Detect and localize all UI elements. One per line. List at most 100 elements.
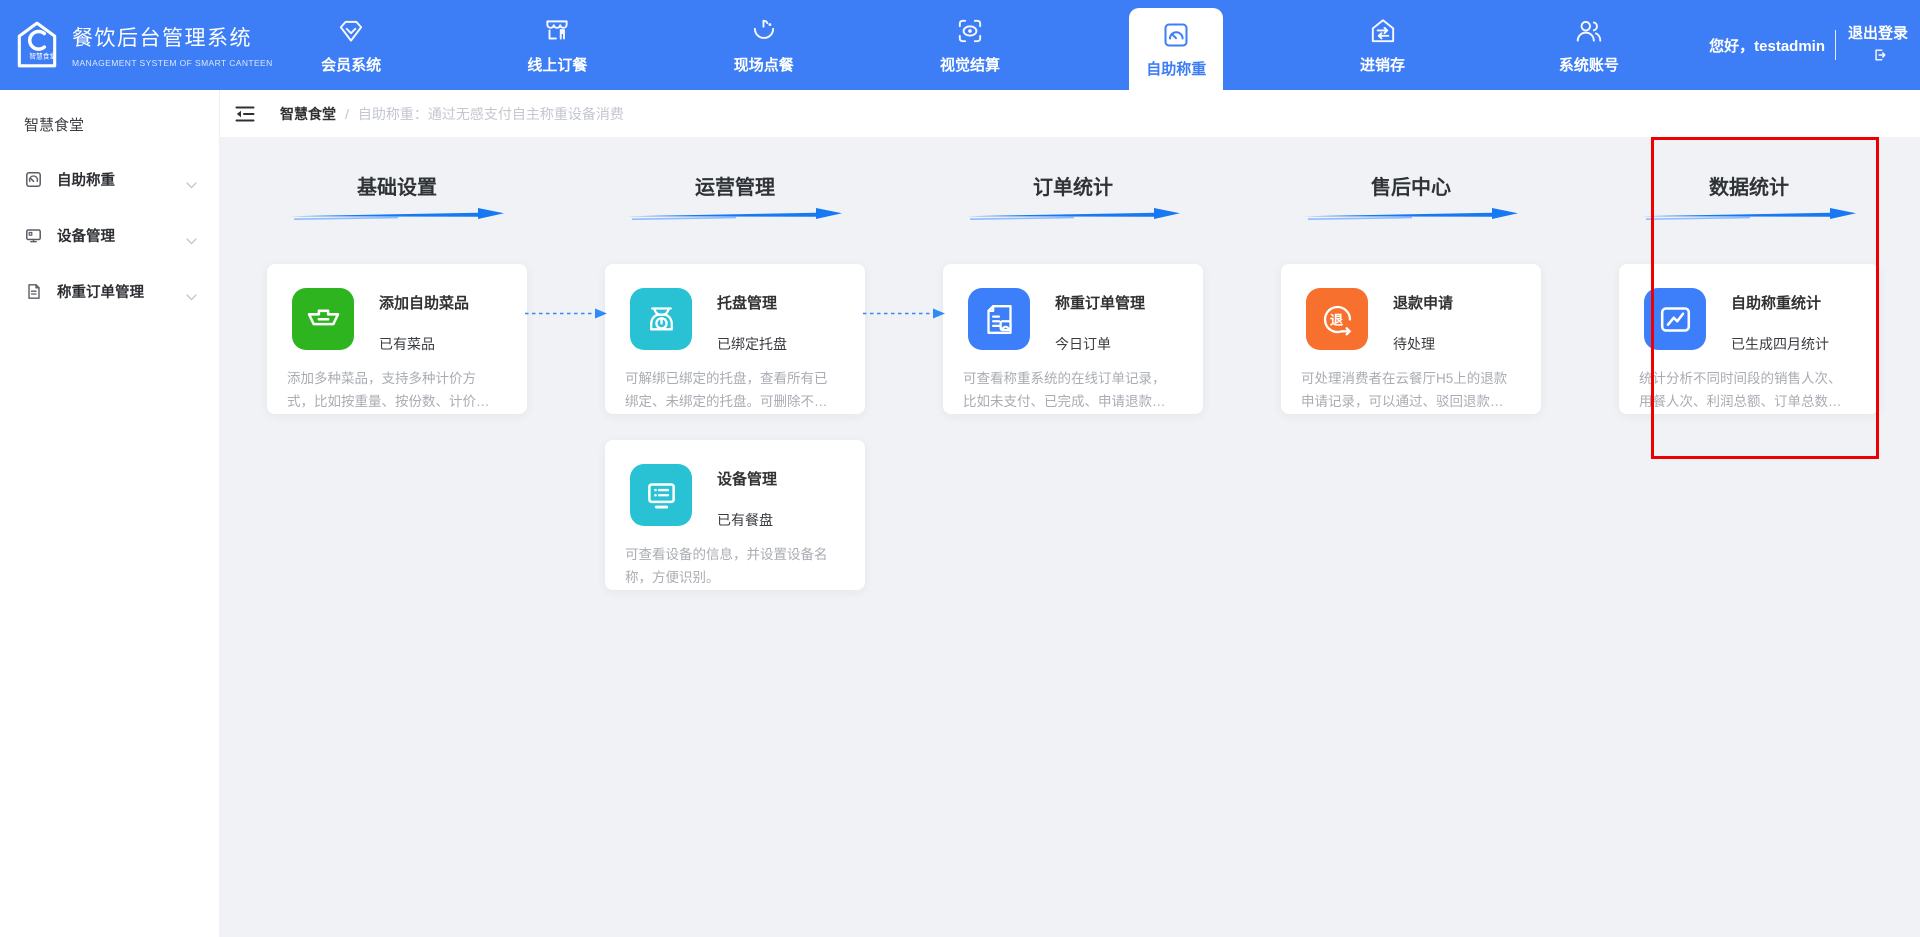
card-device-management[interactable]: 设备管理 已有餐盘 可查看设备的信息，并设置设备名称，方便识别。 bbox=[605, 440, 865, 590]
card-description: 可处理消费者在云餐厅H5上的退款申请记录，可以通过、驳回退款… bbox=[1301, 367, 1513, 413]
card-description: 可查看设备的信息，并设置设备名称，方便识别。 bbox=[625, 543, 837, 589]
column-header-basic-settings: 基础设置 bbox=[267, 175, 527, 226]
order-mini-icon bbox=[25, 283, 42, 300]
nav-item-visual-checkout[interactable]: 视觉结算 bbox=[867, 0, 1073, 90]
card-weighing-statistics[interactable]: 自助称重统计 已生成四月统计 统计分析不同时间段的销售人次、用餐人次、利润总额、… bbox=[1619, 264, 1879, 414]
gem-icon bbox=[336, 16, 366, 46]
top-nav: 会员系统 线上订餐 bbox=[248, 0, 1692, 90]
app-logo-icon: 智慧食堂 bbox=[12, 19, 62, 71]
nav-label: 系统账号 bbox=[1559, 54, 1619, 75]
user-divider bbox=[1835, 30, 1836, 60]
storefront-icon bbox=[542, 16, 572, 46]
menu-fold-icon[interactable] bbox=[234, 103, 256, 125]
nav-label: 现场点餐 bbox=[734, 54, 794, 75]
logout-label: 退出登录 bbox=[1848, 25, 1908, 42]
weighing-scale-icon bbox=[1161, 20, 1191, 50]
column-arrow-icon bbox=[626, 206, 844, 221]
card-description: 可解绑已绑定的托盘，查看所有已绑定、未绑定的托盘。可删除不… bbox=[625, 367, 837, 413]
card-tray-management[interactable]: 托盘管理 已绑定托盘 可解绑已绑定的托盘，查看所有已绑定、未绑定的托盘。可删除不… bbox=[605, 264, 865, 414]
breadcrumb: 智慧食堂 / 自助称重：通过无感支付自主称重设备消费 bbox=[280, 104, 624, 124]
sidebar-item-self-weighing[interactable]: 自助称重 bbox=[0, 151, 219, 207]
sidebar-item-label: 设备管理 bbox=[57, 225, 186, 246]
nav-item-inventory[interactable]: 进销存 bbox=[1279, 0, 1485, 90]
nav-label: 进销存 bbox=[1360, 54, 1405, 75]
dish-icon bbox=[292, 288, 354, 350]
nav-item-member-system[interactable]: 会员系统 bbox=[248, 0, 454, 90]
nav-label: 视觉结算 bbox=[940, 54, 1000, 75]
flow-arrow bbox=[861, 307, 947, 320]
sidebar-item-label: 称重订单管理 bbox=[57, 281, 186, 302]
column-arrow-icon bbox=[288, 206, 506, 221]
user-area: 您好，testadmin 退出登录 bbox=[1709, 0, 1910, 90]
logout-button[interactable]: 退出登录 bbox=[1846, 23, 1910, 68]
column-title: 售后中心 bbox=[1281, 175, 1541, 201]
flow-arrow bbox=[523, 307, 609, 320]
card-description: 可查看称重系统的在线订单记录，比如未支付、已完成、申请退款… bbox=[963, 367, 1175, 413]
tray-scale-icon bbox=[630, 288, 692, 350]
nav-label: 自助称重 bbox=[1146, 58, 1206, 79]
sidebar-item-weighing-order-management[interactable]: 称重订单管理 bbox=[0, 263, 219, 319]
nav-label: 线上订餐 bbox=[527, 54, 587, 75]
chevron-down-icon bbox=[186, 232, 197, 239]
column-arrow-icon bbox=[1302, 206, 1520, 221]
card-subtitle: 已生成四月统计 bbox=[1731, 334, 1829, 354]
card-subtitle: 待处理 bbox=[1393, 334, 1453, 354]
dine-plate-icon bbox=[749, 16, 779, 46]
column-arrow-icon bbox=[1640, 206, 1858, 221]
column-title: 运营管理 bbox=[605, 175, 865, 201]
weigh-order-icon bbox=[968, 288, 1030, 350]
card-title: 添加自助菜品 bbox=[379, 292, 469, 313]
breadcrumb-root[interactable]: 智慧食堂 bbox=[280, 104, 336, 124]
device-mini-icon bbox=[25, 227, 42, 244]
brand: 智慧食堂 餐饮后台管理系统 MANAGEMENT SYSTEM OF SMART… bbox=[12, 0, 273, 90]
card-title: 自助称重统计 bbox=[1731, 292, 1829, 313]
card-refund-request[interactable]: 退 退款申请 待处理 可处理消费者在云餐厅H5上的退款申请记录，可以通过、驳回退… bbox=[1281, 264, 1541, 414]
column-header-after-sales: 售后中心 bbox=[1281, 175, 1541, 226]
card-subtitle: 今日订单 bbox=[1055, 334, 1145, 354]
app-header: 智慧食堂 餐饮后台管理系统 MANAGEMENT SYSTEM OF SMART… bbox=[0, 0, 1920, 90]
breadcrumb-bar: 智慧食堂 / 自助称重：通过无感支付自主称重设备消费 bbox=[220, 90, 1920, 137]
chevron-down-icon bbox=[186, 288, 197, 295]
nav-item-online-ordering[interactable]: 线上订餐 bbox=[454, 0, 660, 90]
vision-scan-icon bbox=[955, 16, 985, 46]
column-title: 基础设置 bbox=[267, 175, 527, 201]
card-add-dishes[interactable]: 添加自助菜品 已有菜品 添加多种菜品，支持多种计价方式，比如按重量、按份数、计价… bbox=[267, 264, 527, 414]
brand-titles: 餐饮后台管理系统 MANAGEMENT SYSTEM OF SMART CANT… bbox=[72, 22, 273, 68]
sidebar: 智慧食堂 自助称重 设备管理 bbox=[0, 90, 220, 937]
column-header-order-statistics: 订单统计 bbox=[943, 175, 1203, 226]
app-title: 餐饮后台管理系统 bbox=[72, 22, 273, 52]
breadcrumb-separator: / bbox=[345, 106, 349, 122]
main-layout: 智慧食堂 自助称重 设备管理 bbox=[0, 90, 1920, 937]
nav-item-system-account[interactable]: 系统账号 bbox=[1486, 0, 1692, 90]
user-greeting: 您好，testadmin bbox=[1709, 35, 1825, 56]
column-arrow-icon bbox=[964, 206, 1182, 221]
refund-icon: 退 bbox=[1306, 288, 1368, 350]
column-title: 订单统计 bbox=[943, 175, 1203, 201]
nav-item-self-weighing[interactable]: 自助称重 bbox=[1073, 0, 1279, 90]
sidebar-title: 智慧食堂 bbox=[0, 90, 219, 151]
right-panel: 智慧食堂 / 自助称重：通过无感支付自主称重设备消费 基础设置 运营管理 bbox=[220, 90, 1920, 937]
scale-mini-icon bbox=[25, 171, 42, 188]
logout-icon bbox=[1873, 47, 1887, 61]
card-description: 添加多种菜品，支持多种计价方式，比如按重量、按份数、计价… bbox=[287, 367, 499, 413]
card-subtitle: 已有菜品 bbox=[379, 334, 469, 354]
nav-label: 会员系统 bbox=[321, 54, 381, 75]
card-title: 托盘管理 bbox=[717, 292, 787, 313]
card-subtitle: 已有餐盘 bbox=[717, 510, 777, 530]
chevron-down-icon bbox=[186, 176, 197, 183]
card-description: 统计分析不同时间段的销售人次、用餐人次、利润总额、订单总数… bbox=[1639, 367, 1851, 413]
device-monitor-icon bbox=[630, 464, 692, 526]
column-header-data-statistics: 数据统计 bbox=[1619, 175, 1879, 226]
content-area: 基础设置 运营管理 订单统计 bbox=[220, 137, 1920, 937]
card-title: 设备管理 bbox=[717, 468, 777, 489]
column-title: 数据统计 bbox=[1619, 175, 1879, 201]
sidebar-item-label: 自助称重 bbox=[57, 169, 186, 190]
app-subtitle: MANAGEMENT SYSTEM OF SMART CANTEEN bbox=[72, 58, 273, 68]
nav-item-onsite-ordering[interactable]: 现场点餐 bbox=[661, 0, 867, 90]
inventory-house-icon bbox=[1368, 16, 1398, 46]
refund-glyph: 退 bbox=[1329, 312, 1343, 327]
logo-text: 智慧食堂 bbox=[29, 52, 56, 61]
line-chart-icon bbox=[1644, 288, 1706, 350]
sidebar-item-device-management[interactable]: 设备管理 bbox=[0, 207, 219, 263]
card-weighing-order-management[interactable]: 称重订单管理 今日订单 可查看称重系统的在线订单记录，比如未支付、已完成、申请退… bbox=[943, 264, 1203, 414]
